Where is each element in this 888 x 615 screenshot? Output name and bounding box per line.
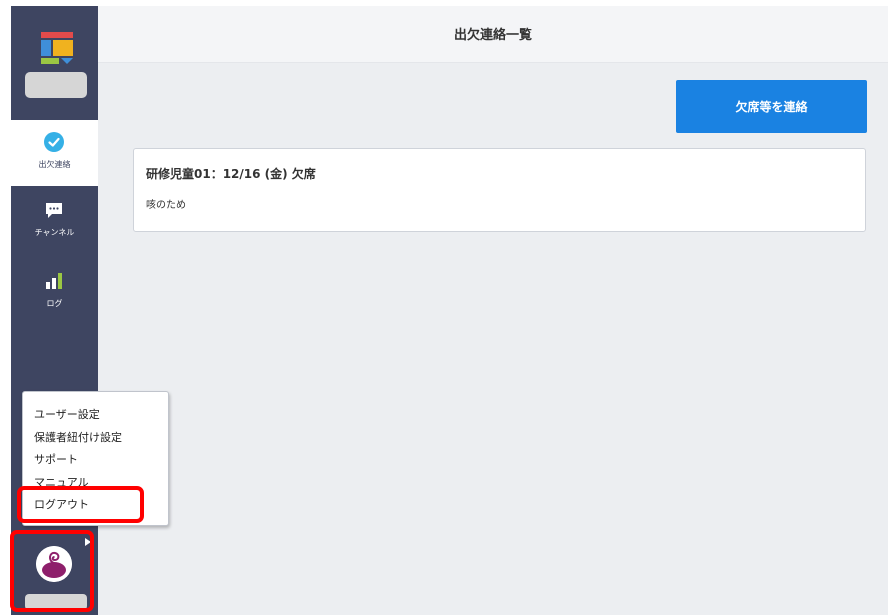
avatar-highlight xyxy=(10,530,94,612)
check-circle-icon xyxy=(44,132,64,152)
menu-item-guardian-link-settings[interactable]: 保護者紐付け設定 xyxy=(34,429,122,445)
menu-item-support[interactable]: サポート xyxy=(34,451,78,467)
absence-card[interactable]: 研修児童01：12/16 (金) 欠席 咳のため xyxy=(133,148,866,232)
logout-highlight xyxy=(17,486,144,523)
page-title: 出欠連絡一覧 xyxy=(453,28,532,43)
main-content: 欠席等を連絡 研修児童01：12/16 (金) 欠席 咳のため xyxy=(98,63,888,615)
sidebar-item-label: チャンネル xyxy=(34,228,75,237)
chat-bubble-icon xyxy=(44,200,64,220)
sidebar-item-channel[interactable]: チャンネル xyxy=(11,188,98,254)
school-logo-icon[interactable] xyxy=(40,31,74,65)
sidebar-item-log[interactable]: ログ xyxy=(11,259,98,325)
menu-item-user-settings[interactable]: ユーザー設定 xyxy=(34,406,100,422)
absence-card-reason: 咳のため xyxy=(146,200,186,211)
school-name-placeholder xyxy=(25,72,87,98)
sidebar-item-label: ログ xyxy=(46,299,63,308)
sidebar-item-attendance[interactable]: 出欠連絡 xyxy=(11,120,98,186)
absence-card-title: 研修児童01：12/16 (金) 欠席 xyxy=(146,167,316,181)
sidebar-item-label: 出欠連絡 xyxy=(38,160,71,169)
report-absence-button[interactable]: 欠席等を連絡 xyxy=(676,80,867,133)
app-frame: 出欠連絡 チャンネル ログ 出欠連絡一覧 欠席等を連絡 研修児童01：12/16… xyxy=(0,0,888,615)
page-header: 出欠連絡一覧 xyxy=(98,6,888,63)
bar-chart-icon xyxy=(44,271,64,291)
